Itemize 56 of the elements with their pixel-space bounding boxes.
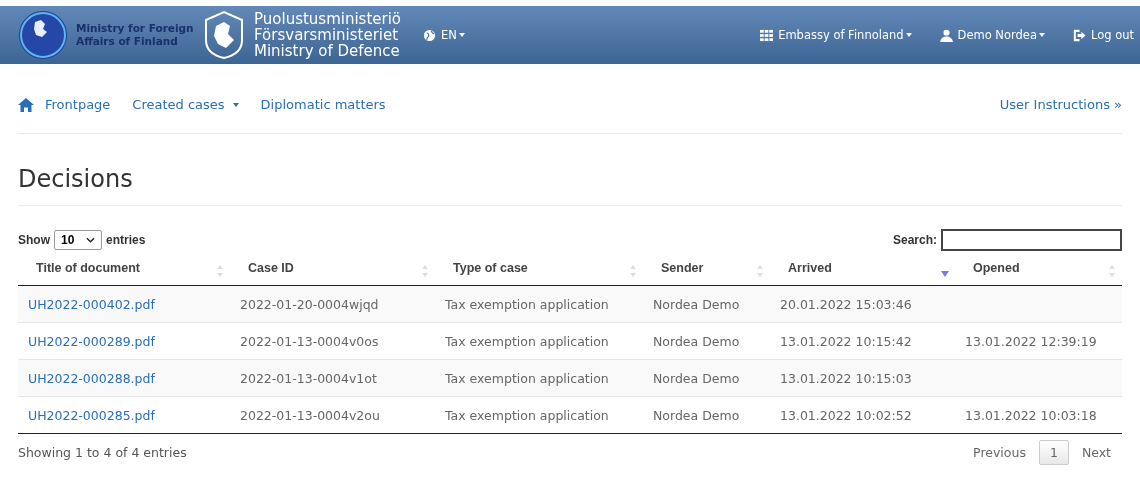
table-cell: 2022-01-20-0004wjqd xyxy=(240,296,379,312)
column-header[interactable]: Title of document xyxy=(18,255,230,286)
emblem-icon xyxy=(18,10,68,60)
table-cell: Nordea Demo xyxy=(653,370,740,386)
ministry-name: Ministry of Defence xyxy=(254,43,401,59)
column-header[interactable]: Arrived xyxy=(770,255,955,286)
entries-label: entries xyxy=(106,233,146,247)
table-cell: 2022-01-13-0004v0os xyxy=(240,333,379,349)
table-cell: Tax exemption application xyxy=(445,407,609,423)
table-cell: 13.01.2022 10:03:18 xyxy=(965,407,1097,423)
column-header[interactable]: Opened xyxy=(955,255,1122,286)
globe-icon xyxy=(423,28,437,42)
table-cell: 13.01.2022 12:39:19 xyxy=(965,333,1097,349)
table-cell: Tax exemption application xyxy=(445,333,609,349)
home-icon xyxy=(18,97,34,112)
table-cell: 13.01.2022 10:02:52 xyxy=(780,407,912,423)
dropdown-link[interactable]: Created cases xyxy=(132,97,239,112)
instructions-link[interactable]: User Instructions » xyxy=(999,97,1122,112)
search-label: Search: xyxy=(892,233,937,247)
grid-icon xyxy=(760,28,774,42)
entries-info: Showing 1 to 4 of 4 entries xyxy=(18,445,187,460)
shield-icon xyxy=(202,10,246,60)
table-cell: Tax exemption application xyxy=(445,370,609,386)
table-cell: Nordea Demo xyxy=(653,407,740,423)
table-cell: 2022-01-13-0004v2ou xyxy=(240,407,380,423)
page-button[interactable]: Next xyxy=(1070,440,1122,465)
table-cell: 13.01.2022 10:15:42 xyxy=(780,333,912,349)
document-link[interactable]: UH2022-000289.pdf xyxy=(28,333,155,349)
logout-icon xyxy=(1072,28,1086,42)
table-cell: 2022-01-13-0004v1ot xyxy=(240,370,377,386)
logout-button[interactable]: Log out xyxy=(1072,28,1134,42)
table-cell: Tax exemption application xyxy=(445,296,609,312)
ministry-logo-text: Ministry for Foreign Affairs of Finland xyxy=(76,22,194,48)
table-cell: 20.01.2022 15:03:46 xyxy=(780,296,912,312)
chevron-icon xyxy=(86,237,95,243)
frontpage-link[interactable]: Frontpage xyxy=(18,97,111,112)
user-menu[interactable]: Demo Nordea xyxy=(939,28,1045,42)
table-cell: Nordea Demo xyxy=(653,333,740,349)
column-header[interactable]: Type of case xyxy=(435,255,643,286)
search-field[interactable] xyxy=(941,229,1122,251)
user-icon xyxy=(939,28,953,42)
column-header[interactable]: Case ID xyxy=(230,255,435,286)
page-button[interactable]: 1 xyxy=(1038,440,1069,465)
table-cell: 13.01.2022 10:15:03 xyxy=(780,370,912,386)
nav-link[interactable]: Diplomatic matters xyxy=(260,97,386,112)
page-button[interactable]: Previous xyxy=(962,440,1037,465)
column-header[interactable]: Sender xyxy=(643,255,770,286)
table-cell: Nordea Demo xyxy=(653,296,740,312)
ministry-name: Försvarsministeriet xyxy=(254,27,400,43)
language-menu[interactable]: EN xyxy=(423,28,465,42)
embassy-menu[interactable]: Embassy of Finnoland xyxy=(760,28,912,42)
show-label: Show xyxy=(18,233,50,247)
entries-select[interactable]: 10 xyxy=(54,230,102,250)
page-title: Decisions xyxy=(18,134,1122,206)
ministry-name: Puolustusministeriö xyxy=(254,11,402,27)
document-link[interactable]: UH2022-000285.pdf xyxy=(28,407,155,423)
